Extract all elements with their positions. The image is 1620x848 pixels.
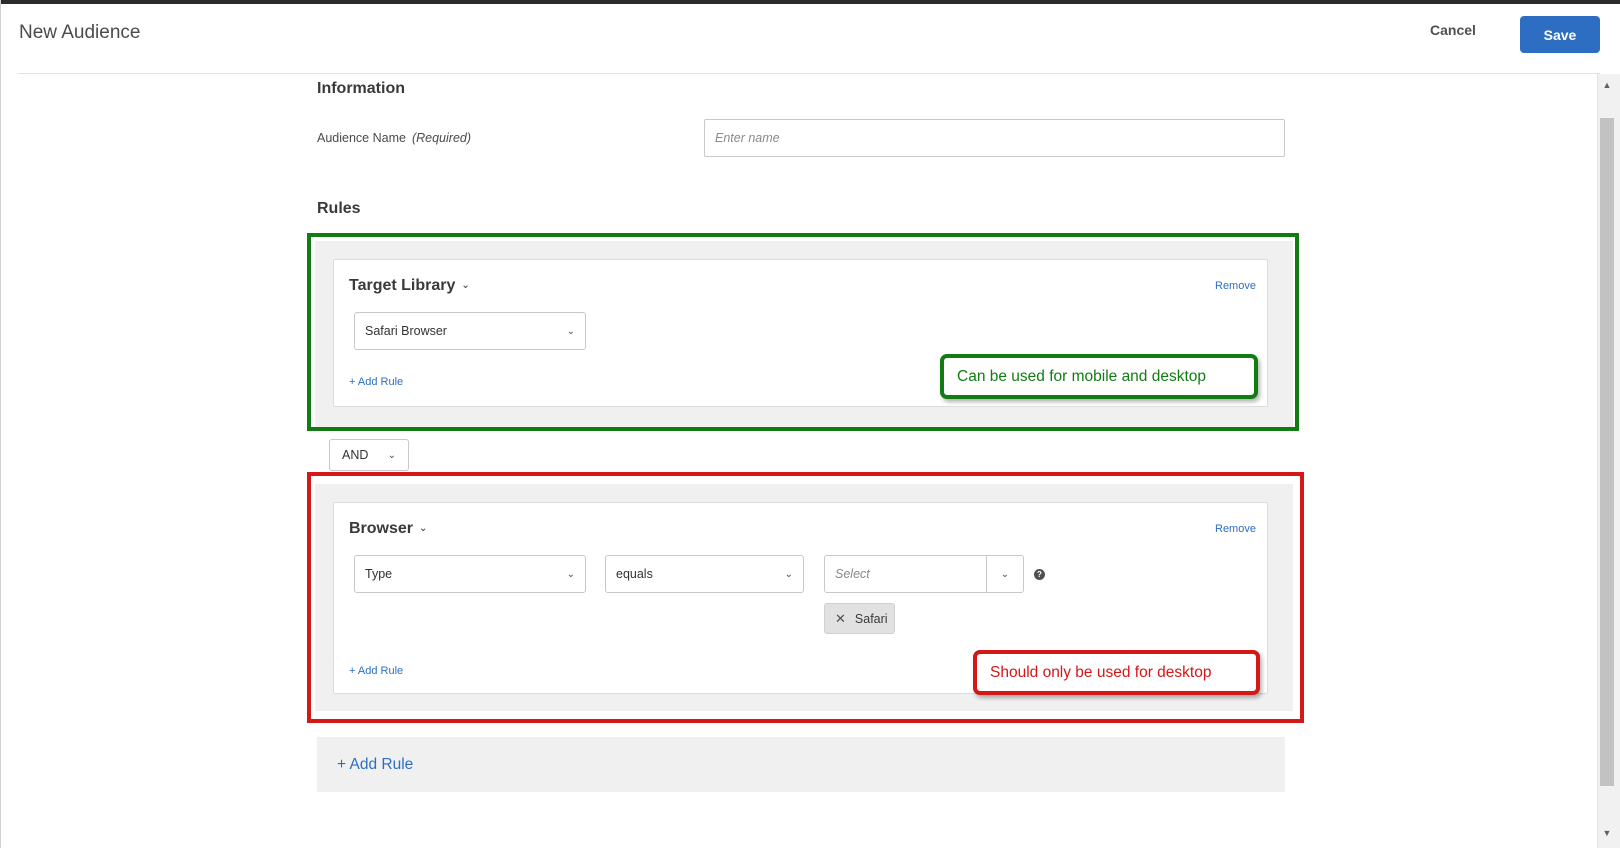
modal-left-edge (0, 0, 1, 848)
combinator-value: AND (342, 448, 369, 462)
audience-name-label: Audience Name (Required) (317, 131, 471, 145)
rules-heading: Rules (317, 200, 361, 217)
audience-name-input[interactable] (704, 119, 1285, 157)
rule-combinator-select[interactable]: AND ⌄ (329, 439, 409, 471)
add-rule-label: + Add Rule (337, 755, 414, 773)
annotation-note-red: Should only be used for desktop (973, 650, 1260, 695)
scroll-up-arrow-icon[interactable]: ▲ (1600, 78, 1614, 92)
required-label: (Required) (411, 131, 472, 145)
save-button[interactable]: Save (1520, 16, 1600, 53)
cancel-button[interactable]: Cancel (1430, 22, 1476, 38)
annotation-note-green: Can be used for mobile and desktop (940, 354, 1258, 399)
background-app-bar (0, 0, 1620, 4)
add-rule-group-button[interactable]: + Add Rule (317, 737, 1285, 792)
scroll-down-arrow-icon[interactable]: ▼ (1600, 826, 1614, 840)
scrollbar-thumb[interactable] (1600, 118, 1614, 786)
page-title: New Audience (19, 22, 141, 43)
chevron-down-icon: ⌄ (387, 449, 396, 461)
annotation-frame-green (307, 233, 1299, 431)
information-heading: Information (317, 80, 405, 97)
audience-name-label-text: Audience Name (317, 131, 406, 145)
header-divider (18, 73, 1600, 74)
